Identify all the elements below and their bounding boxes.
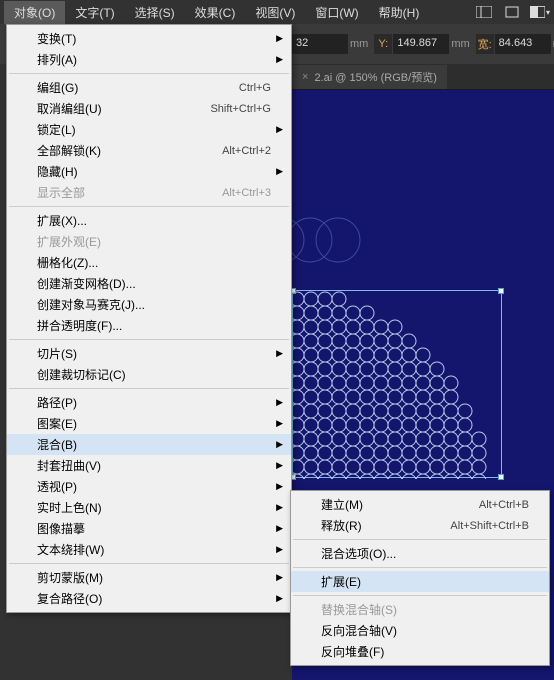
menu-help[interactable]: 帮助(H) bbox=[369, 1, 430, 24]
y-unit: mm bbox=[451, 38, 469, 50]
object-menu: 变换(T)▶ 排列(A)▶ 编组(G)Ctrl+G 取消编组(U)Shift+C… bbox=[6, 24, 292, 613]
menu-view[interactable]: 视图(V) bbox=[245, 1, 305, 24]
menu-expand[interactable]: 扩展(X)... bbox=[7, 210, 291, 231]
chevron-right-icon: ▶ bbox=[276, 460, 283, 471]
document-tab[interactable]: × 2.ai @ 150% (RGB/预览) bbox=[292, 65, 447, 89]
menu-clipping-mask[interactable]: 剪切蒙版(M)▶ bbox=[7, 567, 291, 588]
menu-group[interactable]: 编组(G)Ctrl+G bbox=[7, 77, 291, 98]
menu-separator bbox=[9, 339, 289, 340]
menu-transform[interactable]: 变换(T)▶ bbox=[7, 28, 291, 49]
submenu-replace-spine: 替换混合轴(S) bbox=[291, 599, 549, 620]
chevron-right-icon: ▶ bbox=[276, 397, 283, 408]
menu-ungroup[interactable]: 取消编组(U)Shift+Ctrl+G bbox=[7, 98, 291, 119]
menu-separator bbox=[9, 206, 289, 207]
menu-rasterize[interactable]: 栅格化(Z)... bbox=[7, 252, 291, 273]
menu-perspective[interactable]: 透视(P)▶ bbox=[7, 476, 291, 497]
menu-blend[interactable]: 混合(B)▶ bbox=[7, 434, 291, 455]
blend-submenu: 建立(M)Alt+Ctrl+B 释放(R)Alt+Shift+Ctrl+B 混合… bbox=[290, 490, 550, 666]
menu-object[interactable]: 对象(O) bbox=[4, 1, 65, 24]
tab-title: 2.ai @ 150% (RGB/预览) bbox=[314, 69, 436, 85]
chevron-right-icon: ▶ bbox=[276, 166, 283, 177]
menu-object-mosaic[interactable]: 创建对象马赛克(J)... bbox=[7, 294, 291, 315]
blend-circles bbox=[293, 291, 503, 479]
menu-separator bbox=[293, 595, 547, 596]
chevron-right-icon: ▶ bbox=[276, 439, 283, 450]
menu-slice[interactable]: 切片(S)▶ bbox=[7, 343, 291, 364]
menu-effect[interactable]: 效果(C) bbox=[185, 1, 246, 24]
w-value[interactable]: 84.643 bbox=[495, 34, 551, 54]
menu-lock[interactable]: 锁定(L)▶ bbox=[7, 119, 291, 140]
tab-bar: × 2.ai @ 150% (RGB/预览) bbox=[292, 64, 554, 90]
menu-hide[interactable]: 隐藏(H)▶ bbox=[7, 161, 291, 182]
menu-path[interactable]: 路径(P)▶ bbox=[7, 392, 291, 413]
menu-separator bbox=[9, 388, 289, 389]
menu-expand-appearance: 扩展外观(E) bbox=[7, 231, 291, 252]
submenu-release[interactable]: 释放(R)Alt+Shift+Ctrl+B bbox=[291, 515, 549, 536]
menu-type[interactable]: 文字(T) bbox=[65, 1, 124, 24]
submenu-reverse-spine[interactable]: 反向混合轴(V) bbox=[291, 620, 549, 641]
w-label: 宽: bbox=[476, 34, 494, 54]
submenu-reverse-front[interactable]: 反向堆叠(F) bbox=[291, 641, 549, 662]
y-value[interactable]: 149.867 bbox=[393, 34, 449, 54]
chevron-right-icon: ▶ bbox=[276, 523, 283, 534]
menu-flatten[interactable]: 拼合透明度(F)... bbox=[7, 315, 291, 336]
y-label: Y: bbox=[374, 34, 392, 54]
layout-icon[interactable] bbox=[474, 4, 494, 20]
tab-close-icon[interactable]: × bbox=[302, 71, 308, 83]
submenu-make[interactable]: 建立(M)Alt+Ctrl+B bbox=[291, 494, 549, 515]
selection-box[interactable] bbox=[292, 290, 502, 478]
chevron-right-icon: ▶ bbox=[276, 124, 283, 135]
chevron-right-icon: ▶ bbox=[276, 544, 283, 555]
submenu-expand[interactable]: 扩展(E) bbox=[291, 571, 549, 592]
chevron-right-icon: ▶ bbox=[276, 572, 283, 583]
menu-pattern[interactable]: 图案(E)▶ bbox=[7, 413, 291, 434]
chevron-right-icon: ▶ bbox=[276, 418, 283, 429]
menu-compound-path[interactable]: 复合路径(O)▶ bbox=[7, 588, 291, 609]
menu-separator bbox=[293, 539, 547, 540]
big-circles bbox=[292, 200, 362, 280]
menu-select[interactable]: 选择(S) bbox=[125, 1, 185, 24]
menu-unlock-all[interactable]: 全部解锁(K)Alt+Ctrl+2 bbox=[7, 140, 291, 161]
menu-arrange[interactable]: 排列(A)▶ bbox=[7, 49, 291, 70]
menu-separator bbox=[293, 567, 547, 568]
chevron-right-icon: ▶ bbox=[276, 348, 283, 359]
chevron-right-icon: ▶ bbox=[276, 481, 283, 492]
chevron-right-icon: ▶ bbox=[276, 33, 283, 44]
menu-image-trace[interactable]: 图像描摹▶ bbox=[7, 518, 291, 539]
menu-crop-marks[interactable]: 创建裁切标记(C) bbox=[7, 364, 291, 385]
menu-envelope[interactable]: 封套扭曲(V)▶ bbox=[7, 455, 291, 476]
menu-text-wrap[interactable]: 文本绕排(W)▶ bbox=[7, 539, 291, 560]
menubar: 对象(O) 文字(T) 选择(S) 效果(C) 视图(V) 窗口(W) 帮助(H… bbox=[0, 0, 554, 24]
menu-gradient-mesh[interactable]: 创建渐变网格(D)... bbox=[7, 273, 291, 294]
arrange-icon[interactable]: ▾ bbox=[530, 4, 550, 20]
menu-separator bbox=[9, 73, 289, 74]
chevron-right-icon: ▶ bbox=[276, 54, 283, 65]
chevron-right-icon: ▶ bbox=[276, 593, 283, 604]
menu-show-all: 显示全部Alt+Ctrl+3 bbox=[7, 182, 291, 203]
menu-live-paint[interactable]: 实时上色(N)▶ bbox=[7, 497, 291, 518]
submenu-blend-options[interactable]: 混合选项(O)... bbox=[291, 543, 549, 564]
doc-icon[interactable] bbox=[502, 4, 522, 20]
x-value[interactable]: 32 bbox=[292, 34, 348, 54]
menu-separator bbox=[9, 563, 289, 564]
x-unit: mm bbox=[350, 38, 368, 50]
menu-window[interactable]: 窗口(W) bbox=[305, 1, 368, 24]
chevron-right-icon: ▶ bbox=[276, 502, 283, 513]
